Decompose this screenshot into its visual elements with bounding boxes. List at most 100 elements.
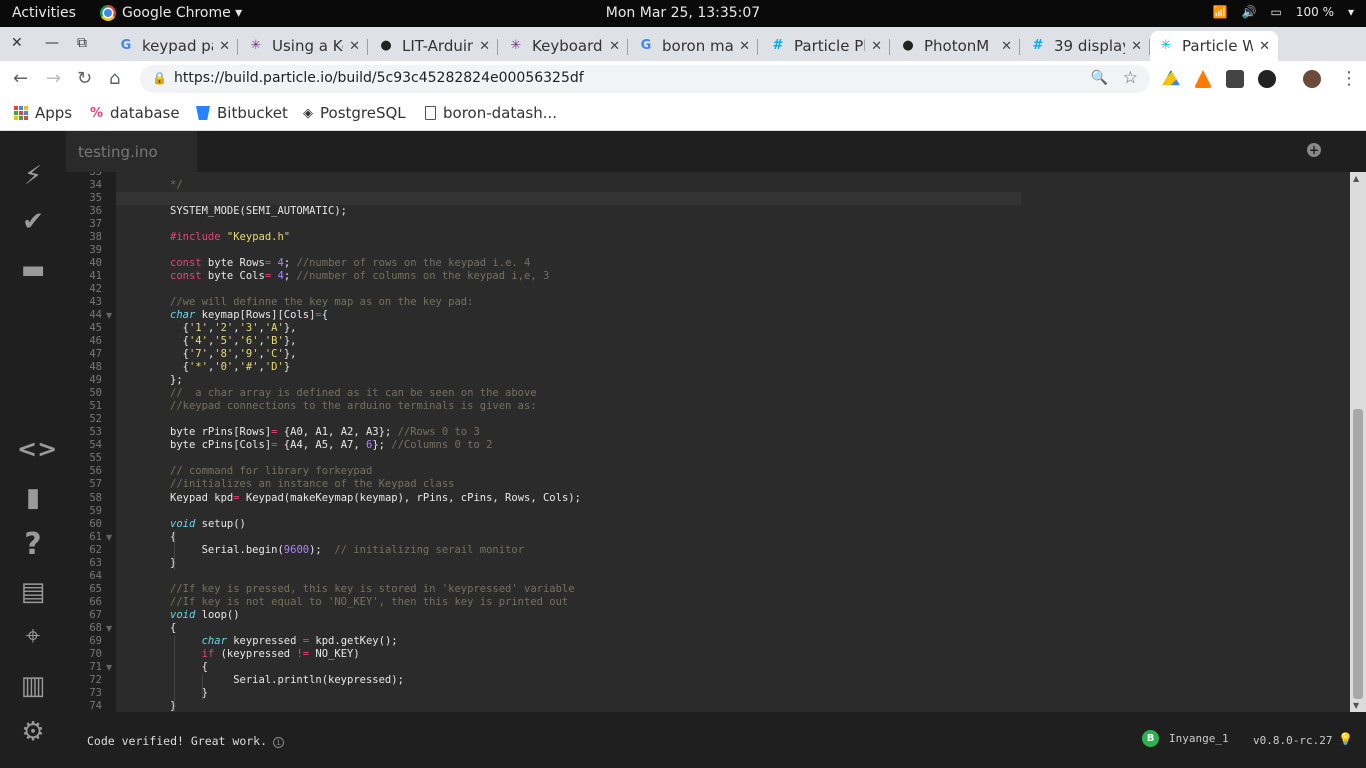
docs-icon[interactable]: ▤ <box>17 577 49 607</box>
code-area[interactable]: */ SYSTEM_MODE(SEMI_AUTOMATIC); #include "… <box>116 172 1350 712</box>
browser-tab[interactable]: ● LIT-Arduin ✕ <box>370 31 498 61</box>
tab-separator <box>367 39 368 55</box>
code-token: {A4, A5, A7, <box>277 439 366 452</box>
home-icon[interactable]: ⌂ <box>109 68 120 89</box>
verify-icon[interactable]: ✔ <box>17 207 49 237</box>
bookmark-postgresql[interactable]: ◈ PostgreSQL <box>303 104 406 122</box>
code-token: Keypad(makeKeymap(keymap), rPins, cPins,… <box>239 491 581 504</box>
bookmark-bitbucket[interactable]: Bitbucket <box>196 104 288 122</box>
fold-toggle-icon[interactable]: ▼ <box>106 624 112 633</box>
ide-sidebar: ⚡ ✔ ▬ <> ▮ ? ▤ ⌖ ▥ ⚙ <box>0 131 66 768</box>
google-drive-extension-icon[interactable] <box>1162 70 1180 86</box>
tab-close-icon[interactable]: ✕ <box>1259 39 1270 54</box>
target-icon[interactable]: ⌖ <box>17 621 49 652</box>
help-icon[interactable]: ? <box>17 527 49 562</box>
browser-tab[interactable]: Gboron ma ✕ <box>630 31 758 61</box>
chrome-menu-icon[interactable]: ⋮ <box>1340 68 1358 89</box>
browser-tab[interactable]: # Particle Pl ✕ <box>762 31 890 61</box>
fold-toggle-icon[interactable]: ▼ <box>106 663 112 672</box>
google-icon: G <box>120 38 132 53</box>
tab-close-icon[interactable]: ✕ <box>739 39 750 54</box>
browser-tab[interactable]: ✳ Particle W ✕ <box>1150 31 1278 61</box>
code-token: char <box>170 309 196 322</box>
stats-icon[interactable]: ▥ <box>17 671 49 701</box>
browser-tab[interactable]: ✳ Using a Ke ✕ <box>240 31 368 61</box>
scroll-up-icon[interactable]: ▲ <box>1353 174 1359 183</box>
line-number: 59 <box>89 504 102 517</box>
line-number: 42 <box>89 283 102 296</box>
gnome-extension-icon[interactable] <box>1258 70 1276 88</box>
shield-extension-icon[interactable] <box>1226 70 1244 88</box>
app-menu[interactable]: Google Chrome ▾ <box>100 5 242 21</box>
back-icon[interactable]: ← <box>13 68 28 89</box>
line-number: 50 <box>89 387 102 400</box>
tab-separator <box>1019 39 1020 55</box>
tab-close-icon[interactable]: ✕ <box>871 39 882 54</box>
tab-close-icon[interactable]: ✕ <box>479 39 490 54</box>
lightbulb-icon[interactable]: 💡 <box>1338 732 1353 746</box>
system-tray[interactable]: 📶 🔊 ▭ 100 % ▾ <box>1213 5 1354 19</box>
line-number: 64 <box>89 569 102 582</box>
code-token: //we will definne the key map as on the … <box>170 296 474 309</box>
indent-guide <box>174 634 175 712</box>
editor-scrollbar[interactable]: ▲ ▼ <box>1350 172 1366 712</box>
browser-tab[interactable]: ● PhotonM ✕ <box>892 31 1020 61</box>
reload-icon[interactable]: ↻ <box>77 68 92 89</box>
fold-toggle-icon[interactable]: ▼ <box>106 533 112 542</box>
tab-close-icon[interactable]: ✕ <box>349 39 360 54</box>
settings-icon[interactable]: ⚙ <box>17 717 49 747</box>
zoom-icon[interactable]: 🔍 <box>1091 70 1108 86</box>
minimize-window-icon[interactable]: — <box>45 35 59 51</box>
code-token: //If key is not equal to 'NO_KEY', then … <box>170 595 569 608</box>
code-line: SYSTEM_MODE(SEMI_AUTOMATIC); <box>170 205 347 217</box>
close-window-icon[interactable]: ✕ <box>11 35 23 51</box>
scroll-down-icon[interactable]: ▼ <box>1353 701 1359 710</box>
file-tab[interactable]: testing.ino <box>66 131 197 172</box>
target-device[interactable]: B Inyange_1 <box>1142 730 1229 747</box>
profile-avatar[interactable] <box>1303 70 1321 88</box>
code-token: '2' <box>214 322 234 335</box>
code-editor[interactable]: 33 34 35 36 37 38 39 40 41 42 43 44 ▼ 45 46 47 48 49 50 51 5… <box>66 172 1350 712</box>
tab-title: keypad pa <box>142 37 214 55</box>
browser-tab[interactable]: Gkeypad pa ✕ <box>110 31 238 61</box>
particle-hash-icon: # <box>772 38 784 53</box>
tab-close-icon[interactable]: ✕ <box>1131 39 1142 54</box>
code-line: #include "Keypad.h" <box>170 231 290 243</box>
fold-toggle-icon[interactable]: ▼ <box>106 311 112 320</box>
info-icon[interactable]: i <box>273 737 285 748</box>
bookmark-boron-dashboard[interactable]: boron-datash... <box>425 104 557 122</box>
browser-tab[interactable]: ✳ Keyboard ✕ <box>500 31 628 61</box>
add-file-icon[interactable]: + <box>1307 143 1321 157</box>
line-number: 72 <box>89 673 102 686</box>
line-number: 41 <box>89 270 102 283</box>
tab-close-icon[interactable]: ✕ <box>1001 39 1012 54</box>
tab-close-icon[interactable]: ✕ <box>219 39 230 54</box>
restore-window-icon[interactable]: ⧉ <box>77 35 87 51</box>
scrollbar-thumb[interactable] <box>1353 409 1363 699</box>
code-line: byte rPins[Rows]= {A0, A1, A2, A3}; //Ro… <box>170 426 480 438</box>
status-message: Code verified! Great work. i <box>87 734 285 748</box>
code-token: //number of rows on the keypad i.e. 4 <box>296 257 531 270</box>
activities-button[interactable]: Activities <box>12 5 76 21</box>
flash-icon[interactable]: ⚡ <box>17 161 49 191</box>
bookmark-star-icon[interactable]: ☆ <box>1123 68 1138 88</box>
code-token: kpd.getKey(); <box>309 634 398 647</box>
url-text[interactable]: https://build.particle.io/build/5c93c452… <box>174 70 584 86</box>
line-number: 49 <box>89 374 102 387</box>
browser-tab[interactable]: #39 display ✕ <box>1022 31 1150 61</box>
forward-icon[interactable]: → <box>46 68 61 89</box>
firmware-version[interactable]: v0.8.0-rc.27 <box>1253 734 1332 747</box>
line-number: 51 <box>89 400 102 413</box>
code-token: 9600 <box>283 543 310 556</box>
lock-icon[interactable]: 🔒 <box>152 71 167 85</box>
bookmark-icon[interactable]: ▮ <box>17 483 49 513</box>
folder-icon[interactable]: ▬ <box>17 255 49 285</box>
address-bar[interactable]: 🔒 https://build.particle.io/build/5c93c4… <box>140 65 1150 93</box>
bookmark-database[interactable]: % database <box>90 104 180 122</box>
code-token: '0' <box>214 361 234 374</box>
vlc-extension-icon[interactable] <box>1194 70 1212 88</box>
bookmark-apps[interactable]: Apps <box>14 104 72 122</box>
tab-close-icon[interactable]: ✕ <box>609 39 620 54</box>
code-token: void <box>170 608 196 621</box>
code-icon[interactable]: <> <box>17 435 57 463</box>
